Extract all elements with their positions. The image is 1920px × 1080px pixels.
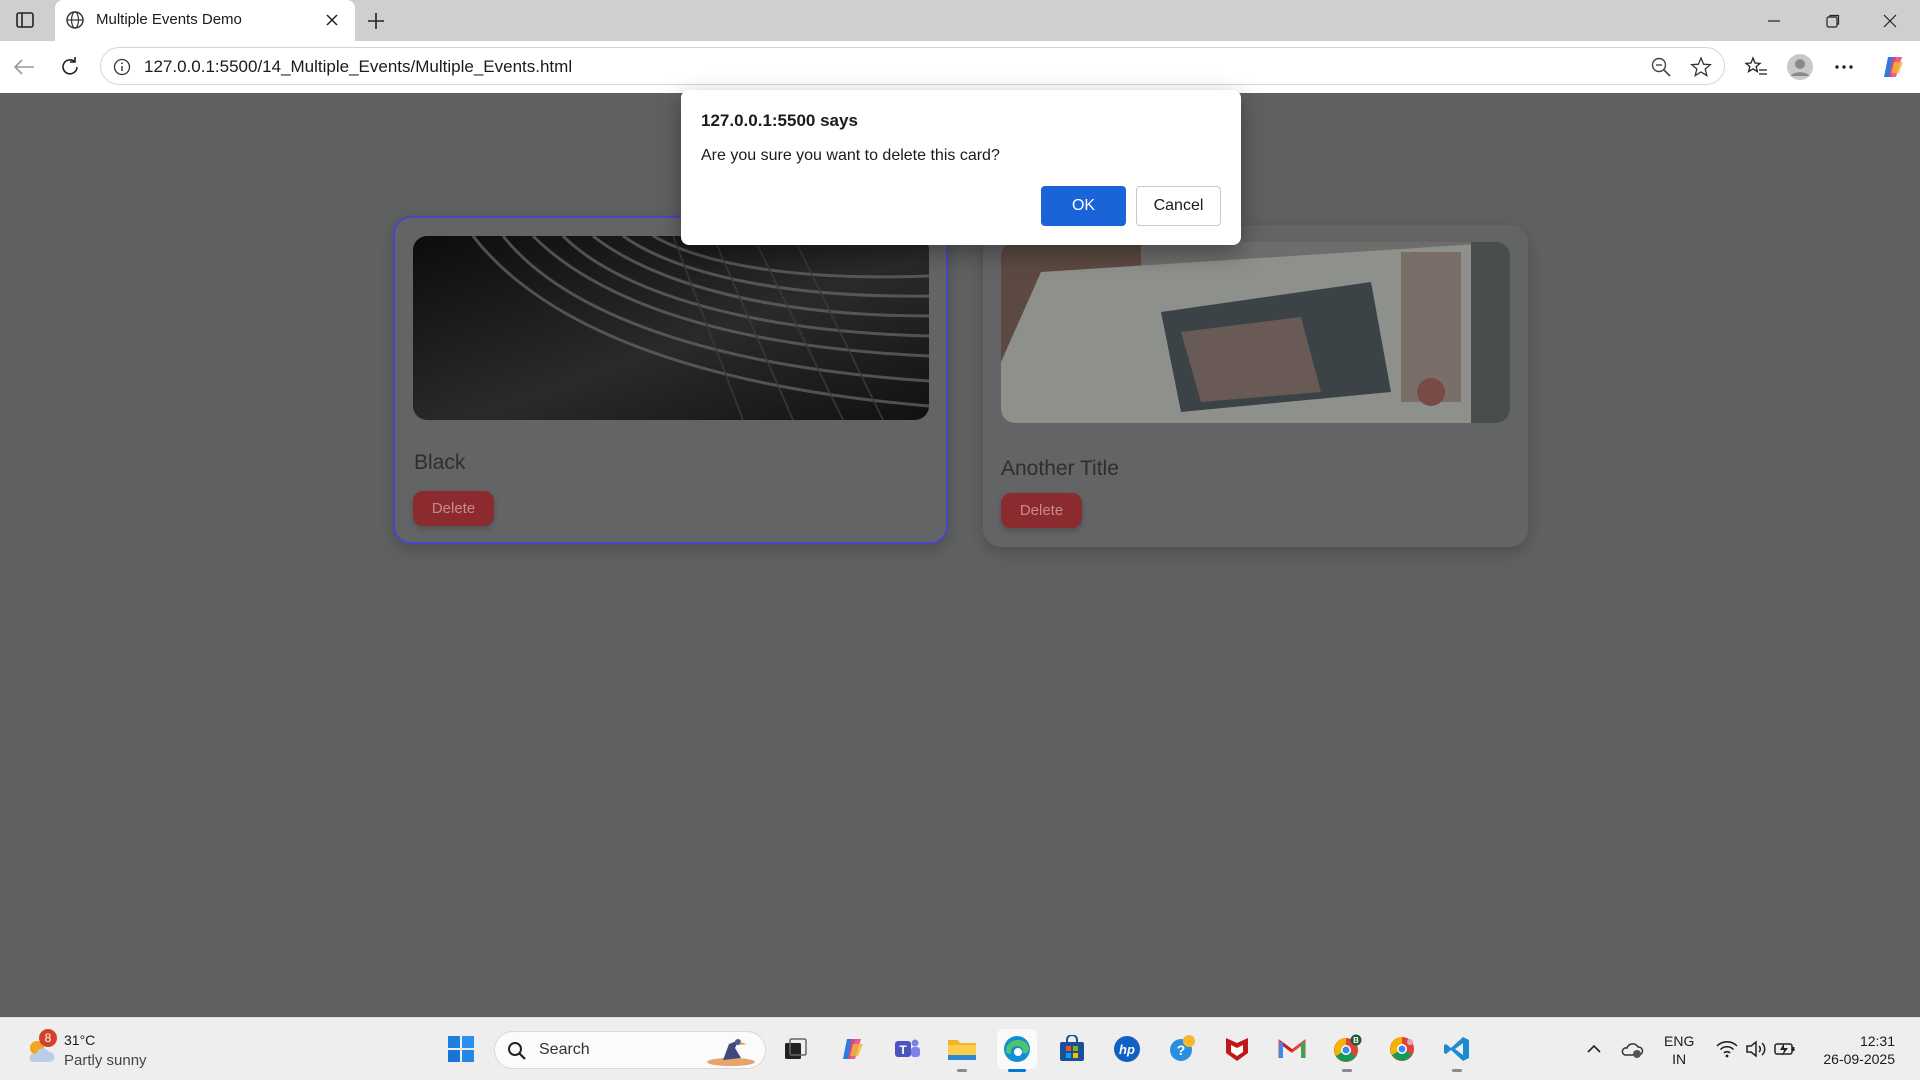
weather-alert-badge: 8 (39, 1029, 57, 1047)
chevron-up-icon[interactable] (1582, 1037, 1606, 1061)
volume-icon[interactable] (1744, 1037, 1768, 1061)
windows-taskbar: 8 31°C Partly sunny Search T hp ? B ENG … (0, 1017, 1920, 1080)
dialog-message: Are you sure you want to delete this car… (701, 147, 1000, 164)
minimize-button[interactable] (1746, 0, 1802, 41)
ok-button[interactable]: OK (1041, 186, 1126, 226)
refresh-icon[interactable] (56, 53, 84, 81)
onedrive-icon[interactable] (1620, 1037, 1644, 1061)
taskbar-search[interactable]: Search (494, 1031, 766, 1069)
browser-titlebar: Multiple Events Demo (0, 0, 1920, 41)
restore-button[interactable] (1805, 0, 1861, 41)
copilot-icon[interactable] (1879, 53, 1907, 81)
more-options-icon[interactable] (1830, 53, 1858, 81)
search-label: Search (539, 1041, 590, 1058)
copilot-app-icon[interactable] (832, 1029, 872, 1069)
battery-icon[interactable] (1773, 1037, 1797, 1061)
region-code: IN (1672, 1051, 1687, 1067)
cancel-button[interactable]: Cancel (1136, 186, 1221, 226)
chrome-profile-b-icon[interactable]: B (1327, 1029, 1367, 1072)
system-clock[interactable]: 12:31 26-09-2025 (1815, 1032, 1895, 1068)
card-black[interactable]: Black Delete (393, 216, 948, 544)
windows-start-icon[interactable] (441, 1029, 481, 1069)
favorites-icon[interactable] (1742, 53, 1770, 81)
language-code: ENG (1664, 1033, 1695, 1049)
tab-actions-icon[interactable] (12, 9, 38, 31)
weather-condition: Partly sunny (64, 1052, 147, 1069)
card-title: Another Title (1001, 457, 1119, 480)
task-view-icon[interactable] (776, 1029, 816, 1069)
vscode-icon[interactable] (1437, 1029, 1477, 1072)
profile-avatar-icon[interactable] (1786, 53, 1814, 81)
search-icon (507, 1041, 527, 1061)
card-image-architecture (413, 236, 929, 420)
wifi-icon[interactable] (1715, 1037, 1739, 1061)
delete-button[interactable]: Delete (1001, 493, 1082, 528)
dialog-title: 127.0.0.1:5500 says (701, 111, 858, 130)
search-highlight-bird-icon (705, 1034, 757, 1068)
browser-toolbar: 127.0.0.1:5500/14_Multiple_Events/Multip… (0, 41, 1920, 93)
globe-icon (65, 10, 85, 30)
url-text[interactable]: 127.0.0.1:5500/14_Multiple_Events/Multip… (144, 57, 572, 77)
gmail-icon[interactable] (1272, 1029, 1312, 1069)
confirm-dialog: 127.0.0.1:5500 says Are you sure you wan… (681, 90, 1241, 245)
chrome-icon[interactable] (1382, 1029, 1422, 1069)
new-tab-button[interactable] (362, 7, 390, 35)
close-window-button[interactable] (1862, 0, 1918, 41)
delete-button[interactable]: Delete (413, 491, 494, 526)
browser-tab-active[interactable]: Multiple Events Demo (55, 0, 355, 41)
mcafee-icon[interactable] (1217, 1029, 1257, 1069)
edge-browser-icon[interactable] (997, 1029, 1037, 1072)
clock-time: 12:31 (1859, 1033, 1895, 1049)
favorite-star-icon[interactable] (1690, 56, 1712, 78)
address-bar[interactable]: 127.0.0.1:5500/14_Multiple_Events/Multip… (100, 47, 1725, 85)
zoom-icon[interactable] (1650, 56, 1672, 78)
card-another-title[interactable]: Another Title Delete (983, 225, 1528, 547)
card-title: Black (414, 451, 466, 474)
tab-title: Multiple Events Demo (96, 11, 242, 28)
svg-text:B: B (1353, 1036, 1359, 1045)
svg-text:?: ? (1177, 1042, 1186, 1058)
weather-temperature: 31°C (64, 1032, 96, 1048)
close-tab-icon[interactable] (321, 9, 343, 31)
weather-widget[interactable]: 8 31°C Partly sunny (24, 1028, 184, 1072)
hp-icon[interactable]: hp (1107, 1029, 1147, 1069)
file-explorer-icon[interactable] (942, 1029, 982, 1072)
back-arrow-icon[interactable] (10, 53, 38, 81)
card-image-van (1001, 242, 1510, 423)
site-info-icon[interactable] (112, 57, 132, 77)
svg-text:hp: hp (1119, 1042, 1135, 1057)
svg-text:T: T (899, 1043, 907, 1057)
teams-icon[interactable]: T (887, 1029, 927, 1069)
clock-date: 26-09-2025 (1823, 1051, 1895, 1067)
language-indicator[interactable]: ENG IN (1664, 1032, 1694, 1068)
microsoft-store-icon[interactable] (1052, 1029, 1092, 1069)
get-help-icon[interactable]: ? (1162, 1029, 1202, 1069)
